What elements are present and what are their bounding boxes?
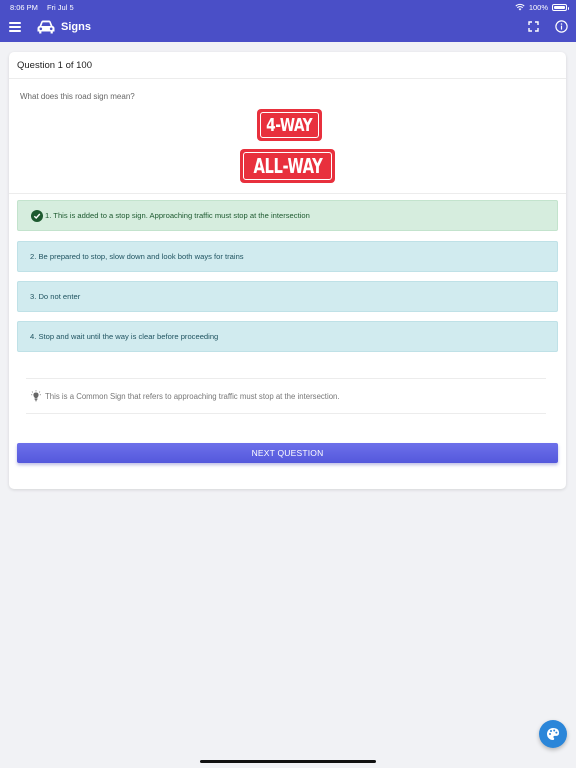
road-sign-4-way: 4-WAY <box>257 109 322 141</box>
road-sign-all-way: ALL-WAY <box>240 149 335 183</box>
answer-option-label: 4. Stop and wait until the way is clear … <box>30 332 219 341</box>
sign-text-line2: ALL-WAY <box>253 154 322 178</box>
status-date: Fri Jul 5 <box>46 2 74 12</box>
answer-option-1[interactable]: 1. This is added to a stop sign. Approac… <box>17 200 558 231</box>
battery-icon <box>552 3 569 11</box>
answer-option-2[interactable]: 2. Be prepared to stop, slow down and lo… <box>17 241 558 272</box>
divider <box>9 193 566 194</box>
battery-percent: 100% <box>528 2 548 12</box>
app-bar: Signs <box>0 14 576 42</box>
answer-option-label: 2. Be prepared to stop, slow down and lo… <box>30 252 244 261</box>
sign-text-line1: 4-WAY <box>266 114 313 136</box>
divider <box>26 378 546 379</box>
car-icon <box>37 20 55 34</box>
wifi-icon <box>515 3 525 11</box>
check-circle-icon <box>31 209 43 222</box>
answer-option-label: 3. Do not enter <box>30 292 81 301</box>
answer-option-label: 1. This is added to a stop sign. Approac… <box>45 211 310 220</box>
lightbulb-icon <box>31 390 41 402</box>
question-counter: Question 1 of 100 <box>9 52 566 79</box>
fullscreen-icon[interactable] <box>528 21 539 32</box>
palette-icon <box>547 728 559 740</box>
divider <box>26 413 546 414</box>
status-time: 8:06 PM <box>10 2 38 12</box>
home-indicator <box>200 760 376 763</box>
theme-button[interactable] <box>539 720 567 748</box>
status-bar: 8:06 PM Fri Jul 5 100% <box>0 0 576 14</box>
question-card: Question 1 of 100 What does this road si… <box>9 52 566 489</box>
answer-option-3[interactable]: 3. Do not enter <box>17 281 558 312</box>
hint-text: This is a Common Sign that refers to app… <box>45 391 340 401</box>
menu-icon[interactable] <box>9 20 21 34</box>
page-title: Signs <box>61 21 91 33</box>
next-question-button[interactable]: NEXT QUESTION <box>17 443 558 463</box>
info-icon[interactable] <box>555 20 568 33</box>
question-prompt: What does this road sign mean? <box>20 92 135 101</box>
hint: This is a Common Sign that refers to app… <box>31 390 340 402</box>
answer-option-4[interactable]: 4. Stop and wait until the way is clear … <box>17 321 558 352</box>
